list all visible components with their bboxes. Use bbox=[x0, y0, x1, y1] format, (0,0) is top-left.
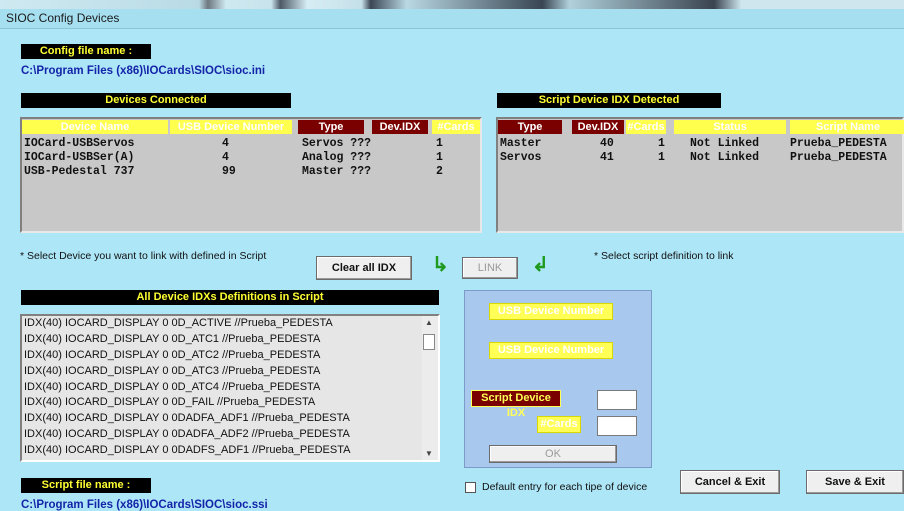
col-dev-idx[interactable]: Dev.IDX bbox=[372, 120, 428, 134]
cards-field[interactable] bbox=[597, 416, 637, 436]
clear-all-idx-button[interactable]: Clear all IDX bbox=[316, 256, 412, 280]
title-bar: SIOC Config Devices bbox=[0, 0, 904, 29]
script-idx-list[interactable]: Type Dev.IDX #Cards Status Script Name M… bbox=[496, 117, 904, 233]
default-entry-checkbox[interactable] bbox=[465, 482, 476, 493]
dev-idx-cell: 1 bbox=[436, 151, 443, 164]
dev-idx-cell: 1 bbox=[436, 137, 443, 150]
select-device-note: * Select Device you want to link with de… bbox=[20, 250, 267, 262]
usb-device-number-box-2: USB Device Number bbox=[489, 342, 613, 359]
scroll-down-icon[interactable]: ▼ bbox=[425, 449, 433, 458]
device-name-cell: IOCard-USBSer(A) bbox=[24, 151, 135, 164]
list-item[interactable]: IDX(40) IOCARD_DISPLAY 0 0D_FAIL //Prueb… bbox=[22, 395, 438, 411]
type-cell: Servos ??? bbox=[302, 137, 372, 150]
device-name-cell: IOCard-USBServos bbox=[24, 137, 135, 150]
usb-number-cell: 4 bbox=[222, 151, 229, 164]
ok-button[interactable]: OK bbox=[489, 445, 617, 463]
cards-cell: 1 bbox=[658, 137, 665, 150]
dev-idx-cell: 41 bbox=[600, 151, 614, 164]
scroll-thumb[interactable] bbox=[423, 334, 435, 350]
default-entry-label: Default entry for each tipe of device bbox=[482, 481, 648, 493]
script-device-idx-field[interactable] bbox=[597, 390, 637, 410]
arrow-down-right-icon: ↳ bbox=[432, 254, 449, 276]
col-cards[interactable]: #Cards bbox=[626, 120, 666, 134]
window-title: SIOC Config Devices bbox=[6, 11, 120, 25]
devices-connected-header: Devices Connected bbox=[21, 93, 291, 108]
dev-idx-cell: 40 bbox=[600, 137, 614, 150]
script-file-label: Script file name : bbox=[21, 478, 151, 493]
list-item[interactable]: IDX(40) IOCARD_DISPLAY 0 0D_ATC4 //Prueb… bbox=[22, 380, 438, 396]
script-name-cell: Prueba_PEDESTA bbox=[790, 137, 887, 150]
list-item[interactable]: IDX(40) IOCARD_DISPLAY 0 0DADFA_ADF2 //P… bbox=[22, 427, 438, 443]
cards-cell: 1 bbox=[658, 151, 665, 164]
usb-number-cell: 99 bbox=[222, 165, 236, 178]
device-name-cell: USB-Pedestal 737 bbox=[24, 165, 135, 178]
col-type[interactable]: Type bbox=[498, 120, 562, 134]
type-cell: Master ??? bbox=[302, 165, 372, 178]
type-cell: Master bbox=[500, 137, 542, 150]
table-row[interactable]: Servos 41 1 Not Linked Prueba_PEDESTA bbox=[500, 151, 902, 165]
col-usb-device-number[interactable]: USB Device Number bbox=[170, 120, 292, 134]
type-cell: Analog ??? bbox=[302, 151, 372, 164]
status-cell: Not Linked bbox=[690, 137, 760, 150]
definitions-list[interactable]: IDX(40) IOCARD_DISPLAY 0 0D_ACTIVE //Pru… bbox=[20, 314, 440, 462]
scrollbar[interactable]: ▲ ▼ bbox=[422, 316, 438, 460]
script-file-path: C:\Program Files (x86)\IOCards\SIOC\sioc… bbox=[21, 499, 268, 511]
script-name-cell: Prueba_PEDESTA bbox=[790, 151, 887, 164]
devices-connected-list[interactable]: Device Name USB Device Number Type Dev.I… bbox=[20, 117, 482, 233]
list-item[interactable]: IDX(40) IOCARD_DISPLAY 0 0DADFS_ADF1 //P… bbox=[22, 443, 438, 459]
col-type[interactable]: Type bbox=[298, 120, 364, 134]
table-row[interactable]: IOCard-USBServos 4 Servos ??? 1 bbox=[24, 137, 480, 151]
table-row[interactable]: IOCard-USBSer(A) 4 Analog ??? 1 bbox=[24, 151, 480, 165]
list-item[interactable]: IDX(40) IOCARD_DISPLAY 0 0D_ACTIVE //Pru… bbox=[22, 316, 438, 332]
scroll-up-icon[interactable]: ▲ bbox=[425, 318, 433, 327]
table-row[interactable]: USB-Pedestal 737 99 Master ??? 2 bbox=[24, 165, 480, 179]
list-item[interactable]: IDX(40) IOCARD_DISPLAY 0 0D_ATC2 //Prueb… bbox=[22, 348, 438, 364]
script-idx-header: Script Device IDX Detected bbox=[497, 93, 721, 108]
script-device-idx-label: Script Device IDX bbox=[471, 390, 561, 419]
col-status[interactable]: Status bbox=[674, 120, 786, 134]
select-script-note: * Select script definition to link bbox=[594, 250, 734, 262]
type-cell: Servos bbox=[500, 151, 542, 164]
dev-idx-cell: 2 bbox=[436, 165, 443, 178]
cards-label: #Cards bbox=[537, 416, 581, 433]
table-row[interactable]: Master 40 1 Not Linked Prueba_PEDESTA bbox=[500, 137, 902, 151]
list-item[interactable]: IDX(40) IOCARD_DISPLAY 0 0D_ATC1 //Prueb… bbox=[22, 332, 438, 348]
usb-number-cell: 4 bbox=[222, 137, 229, 150]
list-item[interactable]: IDX(40) IOCARD_DISPLAY 0 0DADFA_ADF1 //P… bbox=[22, 411, 438, 427]
config-file-path: C:\Program Files (x86)\IOCards\SIOC\sioc… bbox=[21, 65, 266, 77]
col-device-name[interactable]: Device Name bbox=[22, 120, 168, 134]
desktop-strip bbox=[0, 0, 904, 9]
list-item[interactable]: IDX(40) IOCARD_DISPLAY 0 0D_ATC3 //Prueb… bbox=[22, 364, 438, 380]
cancel-exit-button[interactable]: Cancel & Exit bbox=[680, 470, 780, 494]
col-dev-idx[interactable]: Dev.IDX bbox=[572, 120, 624, 134]
arrow-down-left-icon: ↲ bbox=[532, 254, 549, 276]
usb-device-number-box: USB Device Number bbox=[489, 303, 613, 320]
save-exit-button[interactable]: Save & Exit bbox=[806, 470, 904, 494]
col-script-name[interactable]: Script Name bbox=[790, 120, 904, 134]
config-file-label: Config file name : bbox=[21, 44, 151, 59]
link-button[interactable]: LINK bbox=[462, 257, 518, 279]
status-cell: Not Linked bbox=[690, 151, 760, 164]
link-panel: USB Device Number USB Device Number Scri… bbox=[464, 290, 652, 468]
col-cards[interactable]: #Cards bbox=[432, 120, 480, 134]
definitions-header: All Device IDXs Definitions in Script bbox=[21, 290, 439, 305]
